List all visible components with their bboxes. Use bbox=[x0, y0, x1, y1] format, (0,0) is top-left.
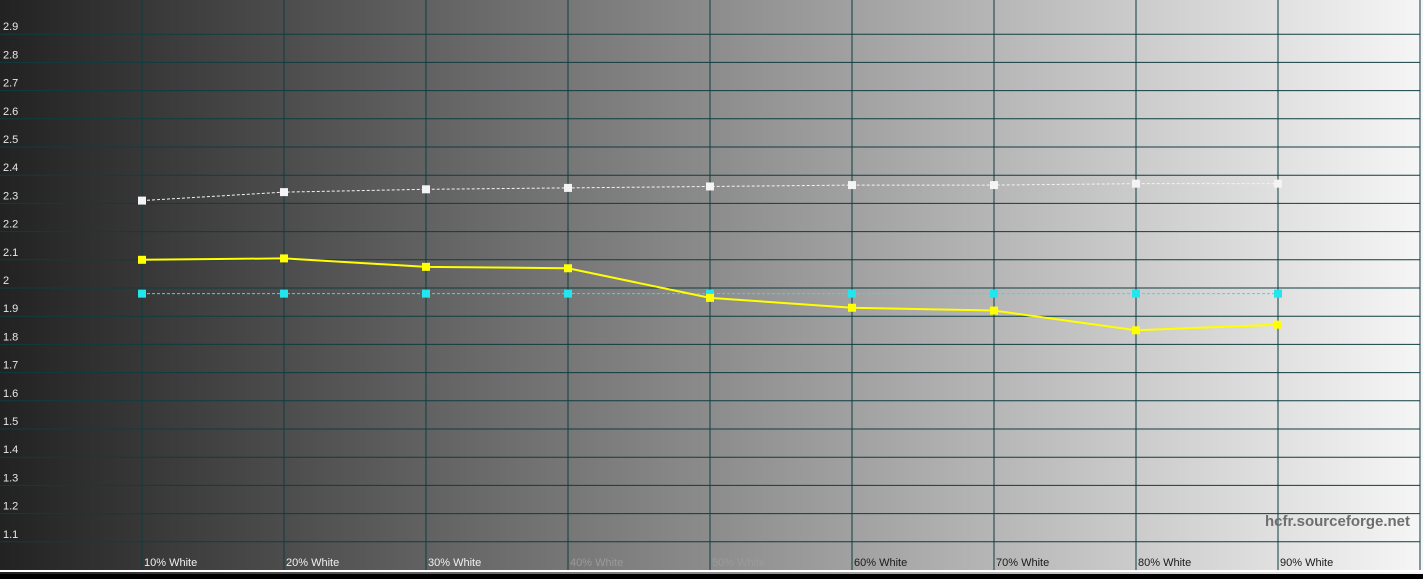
chart-canvas: 1.1 1.2 1.3 1.4 1.5 1.6 1.7 1.8 1.9 2 2.1 2.2 2.3 2.4… bbox=[0, 0, 1423, 574]
series-1-point bbox=[280, 188, 288, 197]
x-tick-label: 50% White bbox=[712, 557, 765, 569]
series-1-point bbox=[990, 181, 998, 190]
y-tick-label: 2 bbox=[3, 275, 9, 287]
series-2-point bbox=[1132, 289, 1140, 298]
y-tick-label: 2.4 bbox=[3, 162, 18, 174]
series-2-point bbox=[990, 289, 998, 298]
y-tick-label: 1.7 bbox=[3, 360, 18, 372]
x-tick-label: 90% White bbox=[1280, 557, 1333, 569]
x-tick-label: 70% White bbox=[996, 557, 1049, 569]
series-3-point bbox=[138, 255, 146, 264]
x-axis: 10% White 20% White 30% White 40% White 50% … bbox=[144, 557, 1333, 569]
y-tick-label: 2.3 bbox=[3, 190, 18, 202]
y-tick-label: 2.9 bbox=[3, 21, 18, 33]
y-tick-label: 2.8 bbox=[3, 49, 18, 61]
y-tick-label: 1.1 bbox=[3, 529, 18, 541]
y-tick-label: 2.2 bbox=[3, 219, 18, 231]
series-1-point bbox=[848, 181, 856, 190]
y-tick-label: 2.5 bbox=[3, 134, 18, 146]
series-2-point bbox=[280, 289, 288, 298]
series-1-point bbox=[422, 185, 430, 194]
plot-background bbox=[0, 0, 1423, 574]
series-3-point bbox=[422, 262, 430, 271]
x-tick-label: 30% White bbox=[428, 557, 481, 569]
watermark: hcfr.sourceforge.net bbox=[1265, 513, 1410, 530]
series-3-point bbox=[1132, 326, 1140, 335]
series-1-point bbox=[1132, 179, 1140, 188]
x-tick-label: 80% White bbox=[1138, 557, 1191, 569]
y-tick-label: 1.2 bbox=[3, 501, 18, 513]
series-1-point bbox=[706, 182, 714, 191]
y-tick-label: 2.7 bbox=[3, 78, 18, 90]
series-1-point bbox=[564, 183, 572, 192]
y-tick-label: 2.6 bbox=[3, 106, 18, 118]
series-2-point bbox=[848, 289, 856, 298]
series-3-point bbox=[990, 306, 998, 315]
series-2-point bbox=[1274, 289, 1282, 298]
x-tick-label: 10% White bbox=[144, 557, 197, 569]
x-tick-label: 20% White bbox=[286, 557, 339, 569]
y-tick-label: 1.4 bbox=[3, 444, 18, 456]
series-3-point bbox=[848, 303, 856, 312]
gamma-chart: 1.1 1.2 1.3 1.4 1.5 1.6 1.7 1.8 1.9 2 2.1 2.2 2.3 2.4… bbox=[0, 0, 1423, 574]
series-2-point bbox=[422, 289, 430, 298]
series-1-point bbox=[138, 196, 146, 205]
y-tick-label: 1.5 bbox=[3, 416, 18, 428]
series-3-point bbox=[1274, 320, 1282, 329]
y-tick-label: 1.8 bbox=[3, 331, 18, 343]
y-tick-label: 1.3 bbox=[3, 472, 18, 484]
x-tick-label: 60% White bbox=[854, 557, 907, 569]
series-3-point bbox=[280, 254, 288, 263]
x-tick-label: 40% White bbox=[570, 557, 623, 569]
y-tick-label: 2.1 bbox=[3, 247, 18, 259]
series-1-point bbox=[1274, 179, 1282, 188]
series-2-point bbox=[138, 289, 146, 298]
y-tick-label: 1.9 bbox=[3, 303, 18, 315]
series-3-point bbox=[564, 264, 572, 273]
series-2-point bbox=[564, 289, 572, 298]
y-tick-label: 1.6 bbox=[3, 388, 18, 400]
series-3-point bbox=[706, 293, 714, 302]
